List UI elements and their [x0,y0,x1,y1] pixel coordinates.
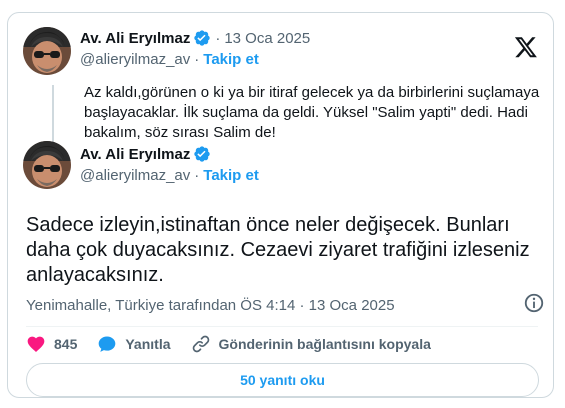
reply-label: Yanıtla [125,336,171,352]
main-handle-row: @alieryilmaz_av · Takip et [80,167,259,184]
main-author-avatar[interactable] [23,141,71,189]
copy-link-label: Gönderinin bağlantısını kopyala [218,336,431,352]
link-icon [192,335,209,353]
tweet-meta[interactable]: Yenimahalle, Türkiye tarafından ÖS 4:14 … [26,297,395,314]
main-author-handle[interactable]: @alieryilmaz_av [80,167,190,184]
quoted-tweet-text: Az kaldı,görünen o ki ya bir itiraf gele… [84,84,540,141]
quoted-author-handle[interactable]: @alieryilmaz_av [80,51,190,68]
main-author-name[interactable]: Av. Ali Eryılmaz [80,146,190,163]
separator-dot: · [194,51,200,68]
x-logo-icon[interactable] [514,35,538,59]
like-count: 845 [54,336,78,352]
quoted-follow-button[interactable]: Takip et [203,51,259,68]
main-follow-button[interactable]: Takip et [203,167,259,184]
heart-icon [27,336,45,352]
quoted-handle-row: @alieryilmaz_av · Takip et [80,51,259,68]
action-bar: 845 Yanıtla Gönderinin bağlantısını kopy… [26,333,451,355]
verified-badge-icon [194,30,211,46]
divider [26,326,538,327]
info-icon[interactable] [523,292,545,314]
quoted-author-row: Av. Ali Eryılmaz · 13 Oca 2025 [80,29,310,47]
reply-bubble-icon [99,336,116,352]
thread-line [52,85,54,147]
read-replies-button[interactable]: 50 yanıtı oku [26,363,539,397]
main-author-row: Av. Ali Eryılmaz [80,145,211,163]
separator-dot: · [194,167,200,184]
verified-badge-icon [194,146,211,162]
copy-link-button[interactable]: Gönderinin bağlantısını kopyala [191,334,431,354]
separator-dot: · [215,29,221,47]
tweet-card: Av. Ali Eryılmaz · 13 Oca 2025 @alieryil… [7,12,554,398]
quoted-author-avatar[interactable] [23,27,71,75]
like-button[interactable]: 845 [26,334,77,354]
quoted-tweet-date[interactable]: 13 Oca 2025 [224,30,310,47]
quoted-author-name[interactable]: Av. Ali Eryılmaz [80,30,190,47]
main-tweet-text: Sadece izleyin,istinaftan önce neler değ… [26,214,530,286]
reply-button[interactable]: Yanıtla [97,334,171,354]
